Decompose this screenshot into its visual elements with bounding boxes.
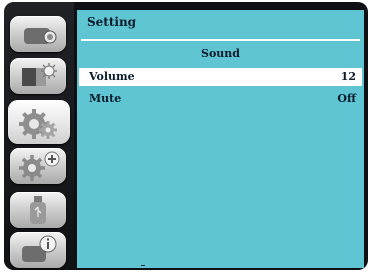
menu-sidebar	[4, 2, 74, 270]
menu-item-value: 12	[340, 70, 356, 83]
osd-menu-window: Setting Sound Volume 12 Mute Off	[4, 2, 368, 270]
menu-item-mute[interactable]: Mute Off	[79, 90, 362, 108]
menu-item-label: Volume	[89, 70, 135, 83]
menu-title: Setting	[87, 15, 137, 29]
usb-memory-icon[interactable]	[10, 192, 66, 228]
menu-item-value: Off	[337, 92, 356, 105]
setting-gear-icon[interactable]	[8, 100, 70, 144]
expanded-setting-icon[interactable]	[10, 148, 66, 184]
menu-item-label: Mute	[89, 92, 122, 105]
menu-item-volume[interactable]: Volume 12	[79, 68, 362, 86]
picture-adjust-icon[interactable]	[10, 58, 66, 94]
bottom-marker	[141, 265, 145, 266]
title-divider	[81, 39, 360, 41]
info-icon[interactable]	[10, 232, 66, 268]
display-icon[interactable]	[10, 16, 66, 52]
section-title: Sound	[201, 47, 240, 60]
menu-panel: Setting Sound Volume 12 Mute Off	[77, 10, 364, 268]
